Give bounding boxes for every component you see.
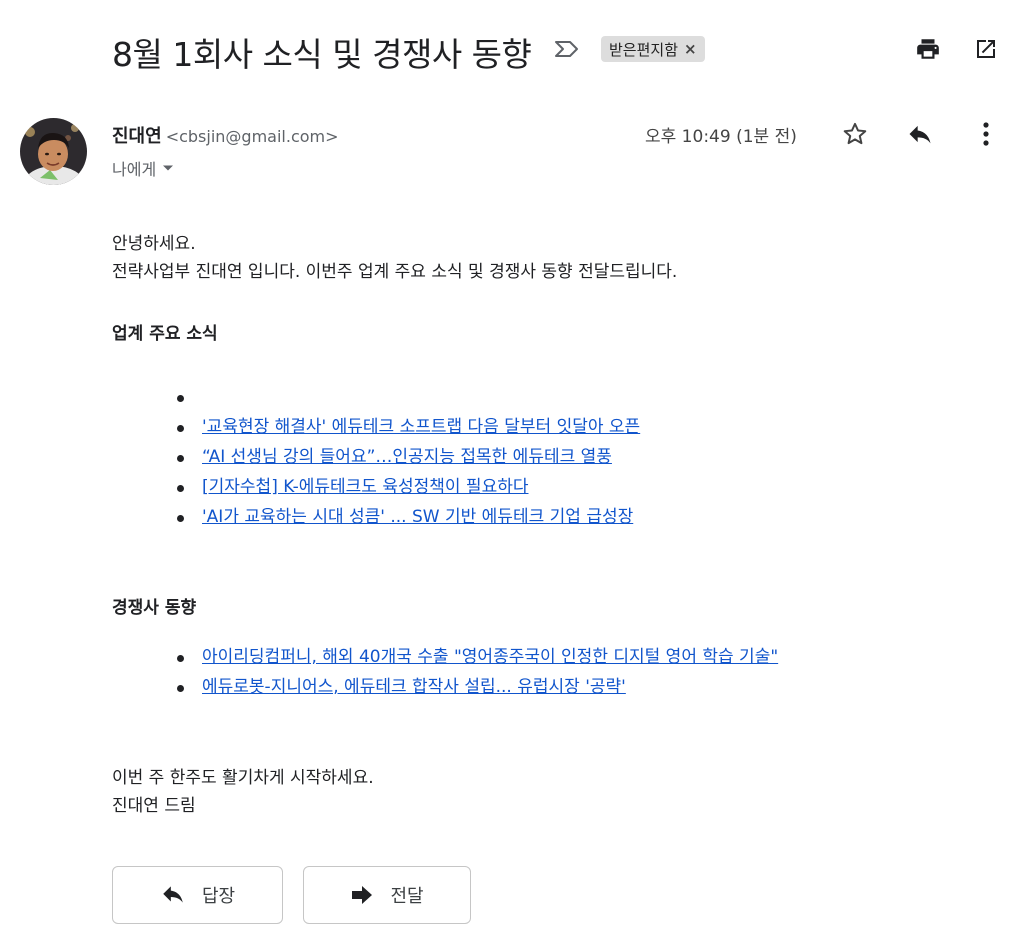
list-item [112,382,992,412]
reply-icon [163,886,183,903]
reply-action-label: 답장 [201,886,236,907]
more-options-button[interactable] [968,116,1004,152]
star-icon [843,122,867,145]
open-in-new-window-icon [977,40,995,58]
list-item: '교육현장 해결사' 에듀테크 소프트랩 다음 달부터 잇달아 오픈 [112,412,992,442]
caret-down-icon [163,165,174,171]
list-item: 아이리딩컴퍼니, 해외 40개국 수출 "영어종주국이 인정한 디지털 영어 학… [112,642,992,672]
forward-action-label: 전달 [390,886,424,907]
inbox-label-chip: 받은편지함 × [601,36,705,62]
signature: 진대연 드림 [112,796,196,816]
print-icon [917,39,939,59]
greeting: 안녕하세요. [112,234,196,254]
industry-news-list: '교육현장 해결사' 에듀테크 소프트랩 다음 달부터 잇달아 오픈 “AI 선… [112,382,992,532]
sender-avatar[interactable] [20,118,87,185]
news-link[interactable]: [기자수첩] K-에듀테크도 육성정책이 필요하다 [202,477,529,497]
forward-action-button[interactable]: 전달 [303,866,471,924]
competitor-link[interactable]: 아이리딩컴퍼니, 해외 40개국 수출 "영어종주국이 인정한 디지털 영어 학… [202,647,778,667]
news-link[interactable]: 'AI가 교육하는 시대 성큼' ... SW 기반 에듀테크 기업 급성장 [202,507,633,527]
closing-text: 이번 주 한주도 활기차게 시작하세요. [112,768,374,788]
list-item: 'AI가 교육하는 시대 성큼' ... SW 기반 에듀테크 기업 급성장 [112,502,992,532]
competitor-news-list: 아이리딩컴퍼니, 해외 40개국 수출 "영어종주국이 인정한 디지털 영어 학… [112,642,992,702]
open-in-new-window-button[interactable] [968,31,1004,67]
importance-marker-icon[interactable] [552,36,582,62]
list-item: [기자수첩] K-에듀테크도 육성정책이 필요하다 [112,472,992,502]
reply-button[interactable] [902,116,938,152]
list-item: 에듀로봇-지니어스, 에듀테크 합작사 설립... 유럽시장 '공략' [112,672,992,702]
recipient-label: 나에게 [112,160,157,179]
sender-name[interactable]: 진대연 [112,126,162,147]
email-timestamp: 오후 10:49 (1분 전) [645,127,797,147]
star-button[interactable] [837,116,873,152]
list-item: “AI 선생님 강의 들어요”…인공지능 접목한 에듀테크 열풍 [112,442,992,472]
remove-label-button[interactable]: × [684,40,697,58]
competitor-link[interactable]: 에듀로봇-지니어스, 에듀테크 합작사 설립... 유럽시장 '공략' [202,677,626,697]
reply-action-button[interactable]: 답장 [112,866,283,924]
news-link[interactable]: “AI 선생님 강의 들어요”…인공지능 접목한 에듀테크 열풍 [202,447,612,467]
reply-icon [909,125,931,144]
print-button[interactable] [910,31,946,67]
more-vert-icon [983,122,989,146]
email-body: 안녕하세요. 전략사업부 진대연 입니다. 이번주 업계 주요 소식 및 경쟁사… [112,230,992,820]
sender-info: 진대연 <cbsjin@gmail.com> [112,122,339,148]
sender-email: <cbsjin@gmail.com> [165,127,339,146]
recipient-dropdown[interactable]: 나에게 [112,156,174,180]
forward-arrow-icon [352,886,373,904]
news-link[interactable]: '교육현장 해결사' 에듀테크 소프트랩 다음 달부터 잇달아 오픈 [202,417,640,437]
section-title-competitors: 경쟁사 동향 [112,598,197,618]
inbox-label: 받은편지함 [609,40,679,59]
section-title-industry-news: 업계 주요 소식 [112,324,218,344]
email-subject: 8월 1회사 소식 및 경쟁사 동향 [112,35,532,74]
intro-text: 전략사업부 진대연 입니다. 이번주 업계 주요 소식 및 경쟁사 동향 전달드… [112,262,678,282]
